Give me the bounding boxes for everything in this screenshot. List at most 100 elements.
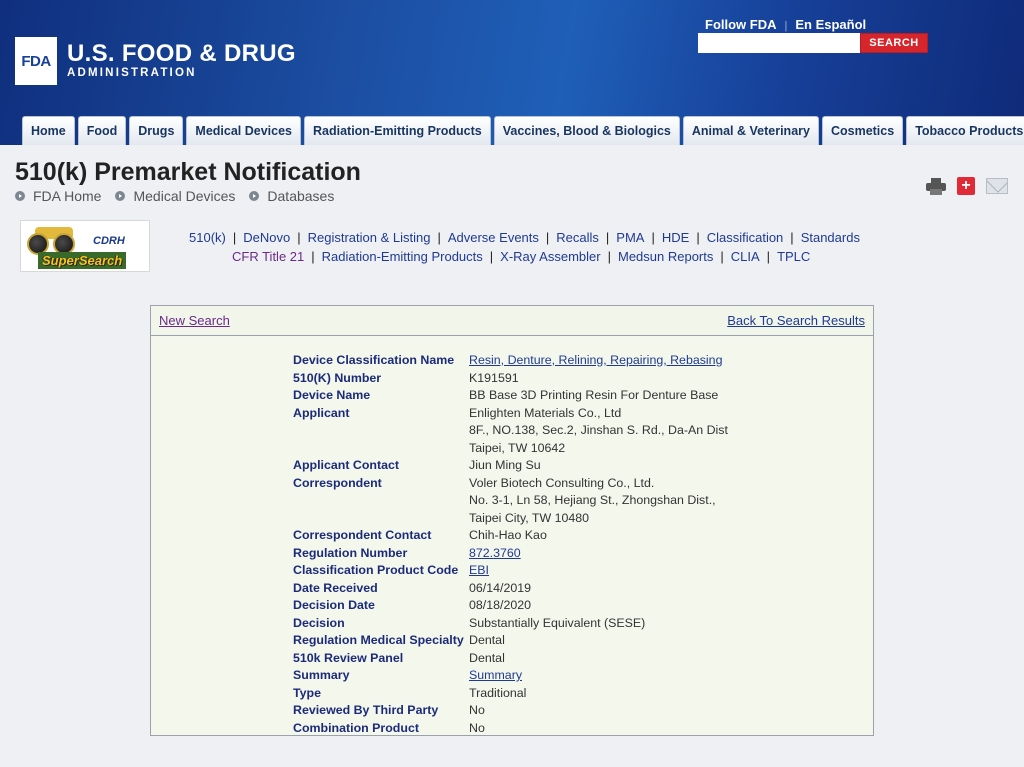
field-value: Substantially Equivalent (SESE) (469, 615, 646, 630)
field-label: Type (293, 685, 321, 700)
field-value-block: No (469, 702, 485, 720)
site-search-button[interactable]: SEARCH (860, 33, 928, 53)
nav-tab-food[interactable]: Food (77, 116, 127, 145)
db-link-510k[interactable]: 510(k) (189, 230, 226, 245)
field-value-block: Traditional (469, 685, 526, 703)
nav-tab-animal-veterinary[interactable]: Animal & Veterinary (682, 116, 819, 145)
db-link-cfr-title-21[interactable]: CFR Title 21 (232, 249, 304, 264)
field-label: Regulation Medical Specialty (293, 633, 464, 647)
record-field-row: Classification Product Code EBI (293, 562, 728, 580)
record-field-row: Type Traditional (293, 685, 728, 703)
record-field-row: Correspondent Voler Biotech Consulting Co… (293, 475, 728, 528)
binoculars-icon (27, 227, 81, 255)
db-link-classification[interactable]: Classification (707, 230, 784, 245)
fda-logo-badge[interactable]: FDA (15, 37, 57, 85)
record-field-row: Device Name BB Base 3D Printing Resin For… (293, 387, 728, 405)
record-field-row: Decision Date 08/18/2020 (293, 597, 728, 615)
field-value: Enlighten Materials Co., Ltd (469, 405, 622, 420)
db-link-clia[interactable]: CLIA (731, 249, 760, 264)
field-label: Correspondent Contact (293, 528, 432, 542)
field-label: Applicant Contact (293, 458, 400, 472)
field-value-block: No (469, 720, 485, 738)
field-value-block: Enlighten Materials Co., Ltd 8F., NO.138,… (469, 405, 728, 458)
field-value: No (469, 720, 485, 735)
db-link-denovo[interactable]: DeNovo (243, 230, 290, 245)
field-label: Applicant (293, 405, 350, 420)
db-link-standards[interactable]: Standards (801, 230, 860, 245)
share-plus-icon[interactable]: + (957, 177, 975, 195)
nav-tab-cosmetics[interactable]: Cosmetics (821, 116, 904, 145)
arrow-circle-icon (15, 191, 25, 201)
print-icon[interactable] (926, 177, 946, 195)
breadcrumb-item[interactable]: Medical Devices (115, 188, 235, 204)
breadcrumb-label: FDA Home (33, 188, 102, 204)
site-search-input[interactable] (698, 33, 860, 53)
cdrh-supersearch-logo[interactable]: CDRH SuperSearch (20, 220, 150, 272)
breadcrumb-item[interactable]: FDA Home (15, 188, 101, 204)
nav-tab-radiation-emitting-products[interactable]: Radiation-Emitting Products (304, 116, 491, 145)
field-label: Regulation Number (293, 545, 408, 560)
record-field-row: Applicant Contact Jiun Ming Su (293, 457, 728, 475)
new-search-link[interactable]: New Search (159, 313, 230, 328)
field-value-block: Jiun Ming Su (469, 457, 541, 475)
nav-tab-medical-devices[interactable]: Medical Devices (186, 116, 301, 145)
field-value: Voler Biotech Consulting Co., Ltd. (469, 475, 655, 490)
field-label: Summary (293, 668, 350, 682)
db-link-pma[interactable]: PMA (616, 230, 644, 245)
en-espanol-link[interactable]: En Español (795, 17, 866, 32)
record-field-row: 510(K) Number K191591 (293, 370, 728, 388)
breadcrumb-item[interactable]: Databases (249, 188, 334, 204)
record-field-row: Device Classification Name Resin, Denture… (293, 352, 728, 370)
db-link-medsun-reports[interactable]: Medsun Reports (618, 249, 713, 264)
db-link-recalls[interactable]: Recalls (556, 230, 599, 245)
arrow-circle-icon (249, 191, 260, 201)
db-link-registration-listing[interactable]: Registration & Listing (308, 230, 431, 245)
db-link-x-ray-assembler[interactable]: X-Ray Assembler (500, 249, 600, 264)
field-value: No (469, 703, 485, 717)
back-to-search-results-link[interactable]: Back To Search Results (727, 313, 865, 328)
db-link-hde[interactable]: HDE (662, 230, 689, 245)
nav-tab-home[interactable]: Home (22, 116, 75, 145)
field-value: K191591 (469, 370, 519, 385)
field-value: 08/18/2020 (469, 598, 532, 612)
record-field-row: Regulation Medical Specialty Dental (293, 632, 728, 650)
nav-tab-tobacco-products[interactable]: Tobacco Products (906, 116, 1024, 145)
page-title: 510(k) Premarket Notification (15, 158, 361, 186)
database-links-row: CFR Title 21 | Radiation-Emitting Products… (232, 249, 811, 264)
nav-tab-drugs[interactable]: Drugs (129, 116, 184, 145)
db-link-adverse-events[interactable]: Adverse Events (448, 230, 539, 245)
nav-tab-vaccines-blood-biologics[interactable]: Vaccines, Blood & Biologics (493, 116, 680, 145)
supersearch-label-bottom: SuperSearch (38, 252, 127, 269)
field-value-block: Dental (469, 650, 505, 668)
site-header: FDA U.S. FOOD & DRUG ADMINISTRATION Foll… (0, 0, 1024, 145)
field-value-link[interactable]: Summary (469, 667, 522, 685)
field-label: Reviewed By Third Party (293, 703, 439, 717)
field-value-link[interactable]: EBI (469, 562, 489, 580)
field-label: Date Received (293, 580, 378, 595)
db-link-tplc[interactable]: TPLC (777, 249, 810, 264)
field-value-line: 8F., NO.138, Sec.2, Jinshan S. Rd., Da-A… (469, 423, 728, 437)
record-field-row: Regulation Number 872.3760 (293, 545, 728, 563)
field-value-block: K191591 (469, 370, 519, 388)
field-value: Dental (469, 633, 505, 647)
field-value-line: Taipei City, TW 10480 (469, 510, 590, 525)
db-link-radiation-emitting-products[interactable]: Radiation-Emitting Products (322, 249, 483, 264)
field-value: Jiun Ming Su (469, 458, 541, 472)
field-value-block: 08/18/2020 (469, 597, 531, 615)
field-label: Decision Date (293, 598, 375, 612)
field-label: Device Classification Name (293, 353, 455, 367)
field-value-block: Dental (469, 632, 505, 650)
logo-title[interactable]: U.S. FOOD & DRUG (67, 40, 296, 68)
field-value-link[interactable]: Resin, Denture, Relining, Repairing, Reb… (469, 352, 722, 370)
field-label: 510(K) Number (293, 370, 382, 385)
field-value-block: Resin, Denture, Relining, Repairing, Reb… (469, 352, 722, 370)
email-icon[interactable] (986, 178, 1008, 194)
logo-subtitle: ADMINISTRATION (67, 67, 197, 79)
follow-fda-link[interactable]: Follow FDA (705, 17, 777, 32)
field-value-link[interactable]: 872.3760 (469, 545, 521, 563)
main-nav: Home Food Drugs Medical Devices Radiatio… (22, 116, 1024, 145)
field-value-block: BB Base 3D Printing Resin For Denture Ba… (469, 387, 718, 405)
top-links: Follow FDA | En Español (705, 17, 866, 32)
record-field-row: Date Received 06/14/2019 (293, 580, 728, 598)
record-field-row: Correspondent Contact Chih-Hao Kao (293, 527, 728, 545)
